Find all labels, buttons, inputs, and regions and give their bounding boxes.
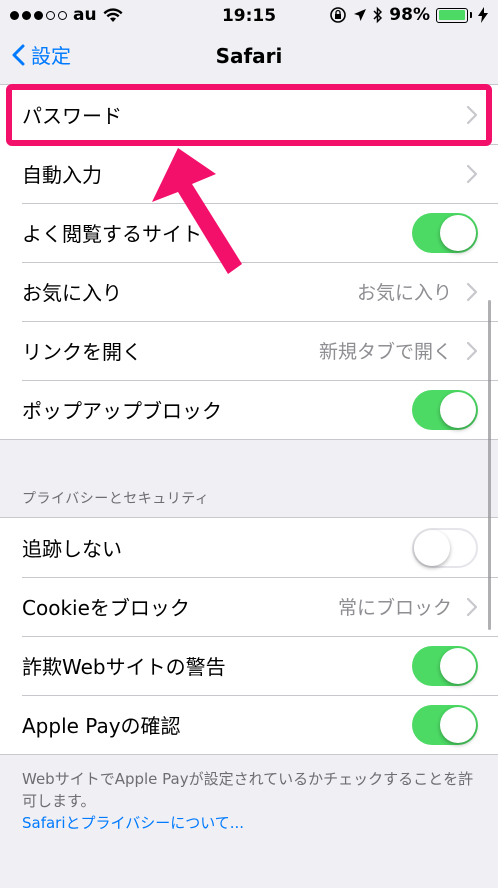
back-button-label: 設定 [31, 44, 71, 68]
frequently-visited-toggle[interactable] [412, 212, 478, 253]
row-label: よく閲覧するサイト [22, 222, 202, 246]
battery-icon [436, 7, 472, 23]
row-label: 追跡しない [22, 537, 122, 561]
row-passwords[interactable]: パスワード [0, 85, 498, 144]
row-apple-pay-check: Apple Payの確認 [0, 695, 498, 754]
popup-block-toggle[interactable] [412, 389, 478, 430]
chevron-right-icon [466, 164, 478, 183]
general-settings-group: パスワード 自動入力 よく閲覧するサイト お気に入り お気に入り リンクを開く … [0, 84, 498, 440]
row-do-not-track: 追跡しない [0, 518, 498, 577]
fraud-warning-toggle[interactable] [412, 645, 478, 686]
battery-percent: 98% [389, 5, 430, 25]
chevron-right-icon [466, 341, 478, 360]
row-detail: 新規タブで開く [318, 341, 452, 363]
back-button[interactable]: 設定 [12, 40, 71, 69]
privacy-info-link[interactable]: Safariとプライバシーについて... [22, 812, 482, 834]
row-label: 自動入力 [22, 163, 102, 187]
row-label: パスワード [22, 104, 122, 128]
row-label: リンクを開く [22, 340, 142, 364]
wifi-icon [103, 7, 123, 22]
carrier-label: au [73, 5, 97, 25]
section-header-privacy: プライバシーとセキュリティ [22, 491, 210, 507]
row-detail: 常にブロック [337, 597, 452, 619]
row-label: お気に入り [22, 281, 122, 305]
chevron-right-icon [466, 597, 478, 616]
row-block-cookies[interactable]: Cookieをブロック 常にブロック [0, 577, 498, 636]
row-favorites[interactable]: お気に入り お気に入り [0, 262, 498, 321]
privacy-settings-group: 追跡しない Cookieをブロック 常にブロック 詐欺Webサイトの警告 App… [0, 517, 498, 755]
row-label: ポップアップブロック [22, 399, 222, 423]
row-fraud-warning: 詐欺Webサイトの警告 [0, 636, 498, 695]
status-left: au [10, 5, 123, 25]
signal-strength-icon [10, 10, 67, 20]
row-detail: お気に入り [356, 282, 452, 304]
bluetooth-icon [373, 6, 383, 24]
footer-text: WebサイトでApple Payが設定されているかチェックすることを許可します。 [22, 770, 474, 810]
chevron-left-icon [12, 44, 25, 65]
row-label: 詐欺Webサイトの警告 [22, 655, 226, 679]
chevron-right-icon [466, 105, 478, 124]
privacy-footer: WebサイトでApple Payが設定されているかチェックすることを許可します。… [22, 768, 482, 834]
chevron-right-icon [466, 282, 478, 301]
status-bar: au 19:15 98% [0, 0, 498, 30]
row-open-links[interactable]: リンクを開く 新規タブで開く [0, 321, 498, 380]
row-frequently-visited: よく閲覧するサイト [0, 203, 498, 262]
charging-bolt-icon [478, 7, 488, 23]
page-title: Safari [215, 44, 283, 68]
status-right: 98% [329, 5, 488, 25]
row-autofill[interactable]: 自動入力 [0, 144, 498, 203]
location-icon [354, 9, 367, 21]
row-label: Apple Payの確認 [22, 714, 181, 738]
navigation-bar: 設定 Safari [0, 30, 498, 82]
orientation-lock-icon [330, 7, 347, 23]
scroll-indicator [488, 300, 491, 630]
row-popup-block: ポップアップブロック [0, 380, 498, 439]
row-label: Cookieをブロック [22, 596, 190, 620]
do-not-track-toggle[interactable] [412, 527, 478, 568]
apple-pay-check-toggle[interactable] [412, 704, 478, 745]
